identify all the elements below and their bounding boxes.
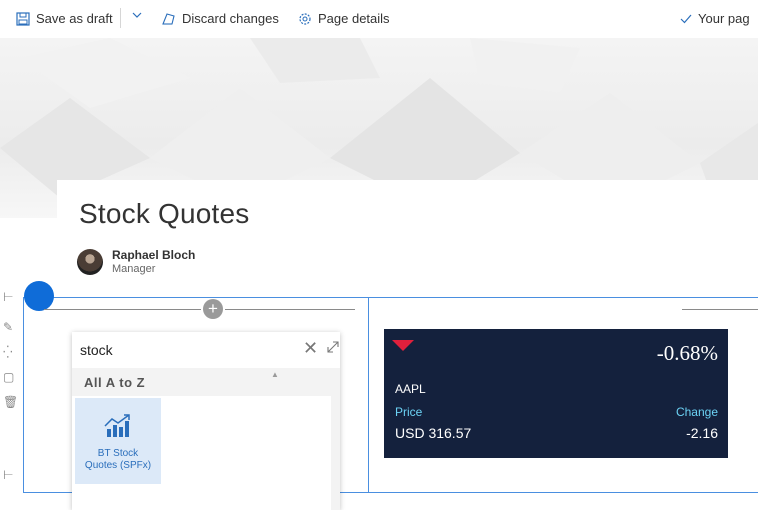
chevron-down-icon [132, 12, 142, 18]
webpart-toolbox: ✕ All A to Z BT Stock Quotes (SPFx) [72, 332, 340, 510]
webpart-tile-label: BT Stock Quotes (SPFx) [75, 448, 161, 472]
save-options-dropdown[interactable] [131, 9, 143, 21]
save-icon [16, 11, 30, 26]
author-role: Manager [112, 263, 156, 275]
page-details-button[interactable]: Page details [298, 11, 390, 26]
gear-icon [299, 12, 311, 25]
author-byline[interactable]: Raphael Bloch Manager [77, 248, 195, 275]
stock-symbol: AAPL [395, 382, 426, 396]
webpart-tile-bt-stock-quotes[interactable]: BT Stock Quotes (SPFx) [75, 398, 161, 484]
toolbar-divider [120, 8, 121, 28]
title-region: Stock Quotes Raphael Bloch Manager [57, 180, 758, 305]
section-toolbar: ⊢ ✎ ⁛ ▢ 🗑 ⊢ [0, 290, 18, 510]
page-title[interactable]: Stock Quotes [79, 198, 249, 230]
column-divider [368, 297, 369, 492]
add-webpart-line [682, 309, 758, 310]
discard-changes-label: Discard changes [182, 11, 279, 26]
price-value: USD 316.57 [395, 425, 472, 441]
webpart-tile-label-line2: Quotes (SPFx) [84, 460, 152, 471]
close-icon[interactable]: ✕ [303, 338, 318, 359]
delete-section-icon[interactable]: 🗑 [3, 395, 18, 409]
toolbox-search-input[interactable] [80, 340, 330, 360]
save-status: Your pag [680, 11, 750, 26]
expand-icon[interactable] [326, 340, 340, 354]
author-name: Raphael Bloch [112, 248, 196, 262]
scroll-up-icon[interactable]: ▲ [271, 370, 279, 379]
duplicate-section-icon[interactable]: ▢ [3, 370, 14, 384]
save-as-draft-label: Save as draft [36, 11, 113, 26]
command-bar: Save as draft Discard changes Page detai… [0, 0, 758, 38]
down-arrow-icon [392, 340, 414, 351]
checkmark-icon [680, 14, 692, 23]
save-as-draft-button[interactable]: Save as draft [16, 11, 113, 26]
discard-icon [162, 12, 175, 25]
discard-changes-button[interactable]: Discard changes [161, 11, 279, 26]
add-section-bottom-icon[interactable]: ⊢ [3, 468, 13, 482]
edit-section-icon[interactable]: ✎ [3, 320, 13, 334]
add-webpart-line [225, 309, 355, 310]
page-details-label: Page details [318, 11, 390, 26]
price-label: Price [395, 405, 423, 419]
save-status-label: Your pag [698, 11, 750, 26]
change-label: Change [675, 405, 718, 419]
section-handle[interactable] [24, 281, 54, 311]
change-percent: -0.68% [656, 341, 718, 365]
move-section-icon[interactable]: ⁛ [3, 345, 13, 359]
change-value: -2.16 [686, 425, 718, 441]
toolbox-scrollbar[interactable] [331, 396, 340, 510]
avatar [77, 248, 103, 275]
webpart-tile-label-line1: BT Stock [97, 448, 139, 459]
stock-quote-card[interactable]: -0.68% AAPL Price Change USD 316.57 -2.1… [384, 329, 728, 458]
add-section-icon[interactable]: ⊢ [3, 290, 13, 304]
add-webpart-button[interactable]: + [203, 299, 223, 319]
add-webpart-line [44, 309, 201, 310]
category-header[interactable]: All A to Z [72, 368, 340, 396]
category-label: All A to Z [84, 375, 146, 390]
stock-chart-icon [104, 414, 130, 437]
